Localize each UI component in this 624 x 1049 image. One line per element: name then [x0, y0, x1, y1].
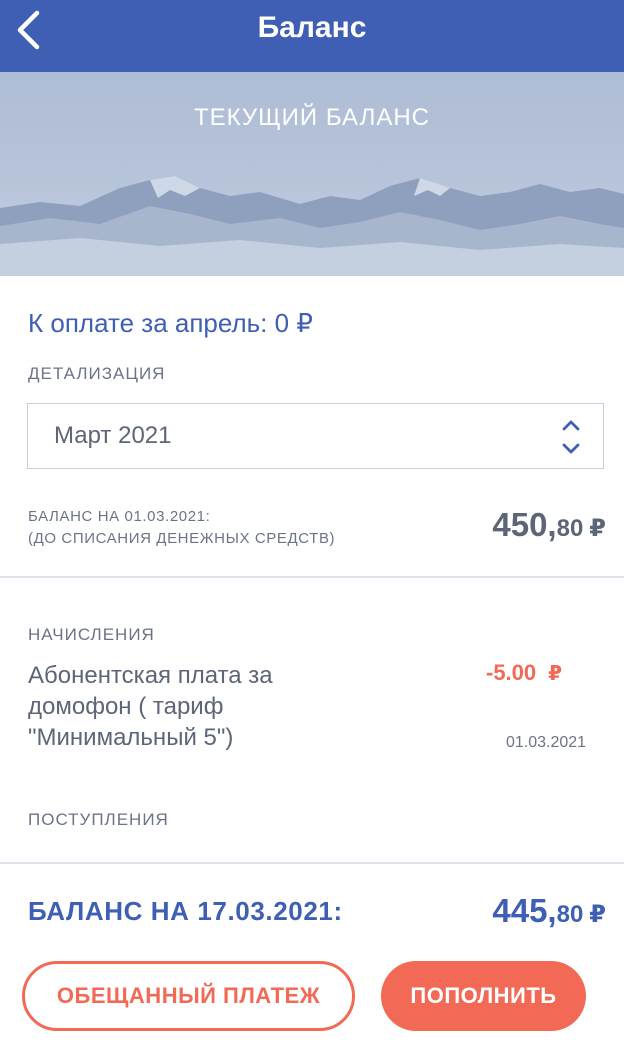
- top-app-bar: Баланс: [0, 0, 624, 72]
- balance-end-amount-dec: 80: [556, 901, 584, 928]
- charge-amount: -5.00 ₽: [486, 660, 562, 686]
- balance-start-date: БАЛАНС НА 01.03.2021:: [28, 508, 211, 525]
- balance-start-note: (ДО СПИСАНИЯ ДЕНЕЖНЫХ СРЕДСТВ): [28, 530, 336, 547]
- balance-end-amount-int: 445,: [492, 892, 557, 929]
- details-label: ДЕТАЛИЗАЦИЯ: [28, 364, 166, 383]
- charges-label: НАЧИСЛЕНИЯ: [28, 625, 155, 644]
- chevron-up-down-icon: [562, 420, 580, 454]
- balance-banner: ТЕКУЩИЙ БАЛАНС: [0, 72, 624, 276]
- period-select[interactable]: Март 2021: [27, 403, 604, 469]
- ruble-sign: ₽: [589, 515, 606, 542]
- ruble-sign: ₽: [589, 901, 606, 928]
- balance-start-amount-dec: 80: [556, 515, 584, 542]
- top-up-button[interactable]: ПОПОЛНИТЬ: [381, 961, 586, 1031]
- amount-due-text: К оплате за апрель: 0 ₽: [28, 308, 313, 338]
- charge-amount-value: -5.00: [486, 660, 537, 685]
- banner-title: ТЕКУЩИЙ БАЛАНС: [193, 104, 430, 131]
- page-title: Баланс: [257, 11, 367, 44]
- divider: [0, 576, 624, 578]
- payments-label: ПОСТУПЛЕНИЯ: [28, 810, 169, 829]
- balance-end-amount: 445,80 ₽: [492, 892, 606, 930]
- promised-payment-button[interactable]: ОБЕЩАННЫЙ ПЛАТЕЖ: [22, 961, 355, 1031]
- mountains-illustration: [0, 176, 624, 276]
- ruble-sign: ₽: [548, 663, 563, 685]
- charge-date: 01.03.2021: [506, 734, 587, 751]
- charge-description: Абонентская плата за домофон ( тариф "Ми…: [28, 662, 273, 751]
- balance-screen: Баланс ТЕКУЩИЙ БАЛАНС К оплате за апрель…: [0, 0, 624, 1049]
- balance-start-amount-int: 450,: [492, 506, 557, 543]
- divider: [0, 862, 624, 864]
- balance-start-amount: 450,80 ₽: [492, 506, 606, 544]
- balance-start-label: БАЛАНС НА 01.03.2021: (ДО СПИСАНИЯ ДЕНЕЖ…: [28, 506, 335, 550]
- period-select-value: Март 2021: [54, 422, 172, 449]
- balance-end-label: БАЛАНС НА 17.03.2021:: [28, 896, 343, 926]
